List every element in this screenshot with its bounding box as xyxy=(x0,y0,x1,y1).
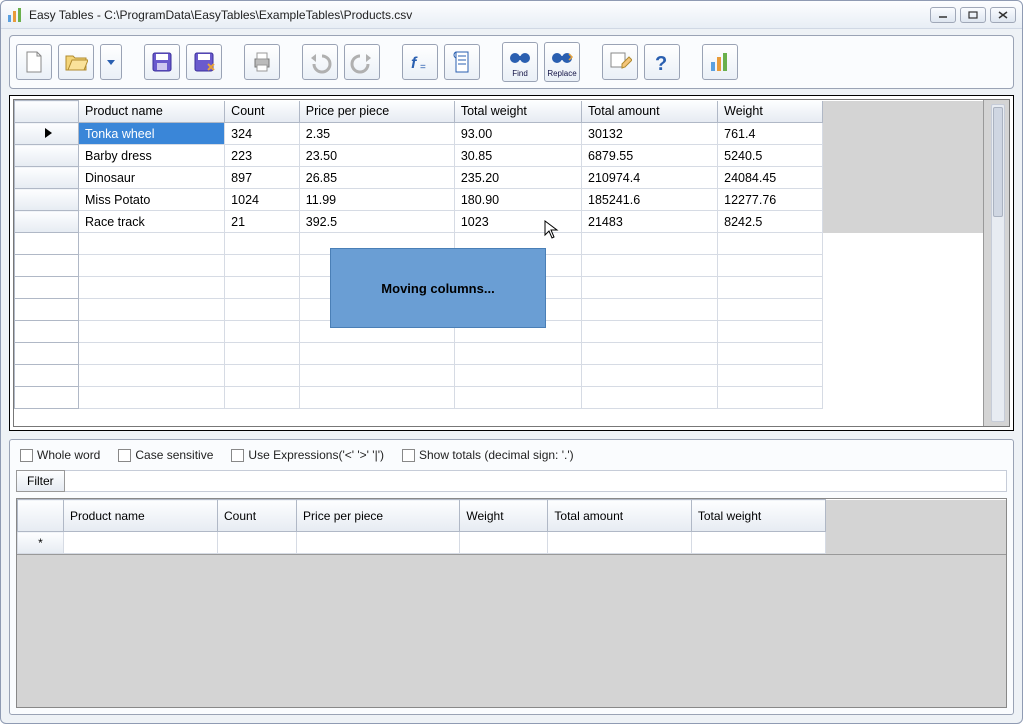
table-cell[interactable]: 235.20 xyxy=(454,167,581,189)
formula-button[interactable]: f= xyxy=(402,44,438,80)
table-row[interactable]: Dinosaur89726.85235.20210974.424084.45 xyxy=(15,167,983,189)
table-cell[interactable]: 30132 xyxy=(582,123,718,145)
redo-button[interactable] xyxy=(344,44,380,80)
minimize-button[interactable] xyxy=(930,7,956,23)
filter-cell[interactable] xyxy=(64,532,218,554)
table-cell[interactable]: 6879.55 xyxy=(582,145,718,167)
open-dropdown[interactable] xyxy=(100,44,122,80)
replace-button[interactable]: Replace xyxy=(544,42,580,82)
filter-cell[interactable] xyxy=(218,532,297,554)
save-button[interactable] xyxy=(144,44,180,80)
table-row[interactable]: Miss Potato102411.99180.90185241.612277.… xyxy=(15,189,983,211)
find-button[interactable]: Find xyxy=(502,42,538,82)
table-cell[interactable]: Race track xyxy=(79,211,225,233)
table-row[interactable] xyxy=(15,387,983,409)
template-button[interactable] xyxy=(444,44,480,80)
filter-column-header[interactable]: Weight xyxy=(460,500,548,532)
column-header[interactable]: Product name xyxy=(79,101,225,123)
use-expressions-checkbox[interactable]: Use Expressions('<' '>' '|') xyxy=(231,448,384,462)
filter-button[interactable]: Filter xyxy=(16,470,65,492)
edit-button[interactable] xyxy=(602,44,638,80)
svg-text:f: f xyxy=(411,55,418,72)
whole-word-checkbox[interactable]: Whole word xyxy=(20,448,100,462)
table-cell[interactable]: 30.85 xyxy=(454,145,581,167)
open-button[interactable] xyxy=(58,44,94,80)
moving-columns-overlay: Moving columns... xyxy=(330,248,546,328)
filter-input[interactable] xyxy=(65,470,1007,492)
filter-panel: Whole word Case sensitive Use Expression… xyxy=(9,439,1014,715)
table-cell[interactable]: Tonka wheel xyxy=(79,123,225,145)
undo-button[interactable] xyxy=(302,44,338,80)
app-icon xyxy=(7,7,23,23)
main-grid-panel: Product nameCountPrice per pieceTotal we… xyxy=(9,95,1014,431)
column-header[interactable]: Price per piece xyxy=(299,101,454,123)
column-header[interactable]: Total weight xyxy=(454,101,581,123)
table-row[interactable]: Race track21392.51023214838242.5 xyxy=(15,211,983,233)
window-title: Easy Tables - C:\ProgramData\EasyTables\… xyxy=(29,8,930,22)
filter-column-header[interactable]: Total weight xyxy=(691,500,825,532)
table-cell[interactable]: 21483 xyxy=(582,211,718,233)
table-cell[interactable]: 761.4 xyxy=(718,123,823,145)
table-cell[interactable]: 11.99 xyxy=(299,189,454,211)
filter-grid[interactable]: Product nameCountPrice per pieceWeightTo… xyxy=(16,498,1007,708)
table-cell[interactable]: 1024 xyxy=(225,189,300,211)
new-button[interactable] xyxy=(16,44,52,80)
filter-column-header[interactable]: Product name xyxy=(64,500,218,532)
table-row[interactable]: Barby dress22323.5030.856879.555240.5 xyxy=(15,145,983,167)
table-cell[interactable]: 223 xyxy=(225,145,300,167)
svg-text:?: ? xyxy=(655,53,667,74)
table-cell[interactable]: Dinosaur xyxy=(79,167,225,189)
titlebar: Easy Tables - C:\ProgramData\EasyTables\… xyxy=(1,1,1022,29)
table-cell[interactable]: 5240.5 xyxy=(718,145,823,167)
filter-cell[interactable] xyxy=(297,532,460,554)
filter-new-row[interactable]: * xyxy=(18,532,1006,554)
table-row[interactable] xyxy=(15,343,983,365)
table-cell[interactable]: 24084.45 xyxy=(718,167,823,189)
table-cell[interactable]: 210974.4 xyxy=(582,167,718,189)
case-sensitive-checkbox[interactable]: Case sensitive xyxy=(118,448,213,462)
filter-column-header[interactable]: Total amount xyxy=(548,500,691,532)
table-cell[interactable]: 12277.76 xyxy=(718,189,823,211)
scrollbar-vertical[interactable] xyxy=(991,104,1005,422)
maximize-button[interactable] xyxy=(960,7,986,23)
help-button[interactable]: ? xyxy=(644,44,680,80)
table-row[interactable] xyxy=(15,365,983,387)
column-header[interactable]: Count xyxy=(225,101,300,123)
table-cell[interactable]: 23.50 xyxy=(299,145,454,167)
toolbar: f= Find Replace ? xyxy=(9,35,1014,89)
print-button[interactable] xyxy=(244,44,280,80)
table-cell[interactable]: 93.00 xyxy=(454,123,581,145)
chart-button[interactable] xyxy=(702,44,738,80)
table-cell[interactable]: 1023 xyxy=(454,211,581,233)
table-row[interactable]: Tonka wheel3242.3593.0030132761.4 xyxy=(15,123,983,145)
show-totals-checkbox[interactable]: Show totals (decimal sign: '.') xyxy=(402,448,574,462)
svg-text:=: = xyxy=(420,62,426,73)
filter-column-header[interactable]: Price per piece xyxy=(297,500,460,532)
filter-cell[interactable] xyxy=(460,532,548,554)
table-cell[interactable]: 324 xyxy=(225,123,300,145)
table-cell[interactable]: 392.5 xyxy=(299,211,454,233)
table-cell[interactable]: 897 xyxy=(225,167,300,189)
table-cell[interactable]: 26.85 xyxy=(299,167,454,189)
table-cell[interactable]: 8242.5 xyxy=(718,211,823,233)
table-cell[interactable]: 180.90 xyxy=(454,189,581,211)
filter-cell[interactable] xyxy=(691,532,825,554)
save-as-button[interactable] xyxy=(186,44,222,80)
table-cell[interactable]: 21 xyxy=(225,211,300,233)
column-header[interactable]: Weight xyxy=(718,101,823,123)
filter-cell[interactable] xyxy=(548,532,691,554)
table-cell[interactable]: Miss Potato xyxy=(79,189,225,211)
table-cell[interactable]: Barby dress xyxy=(79,145,225,167)
filter-column-header[interactable]: Count xyxy=(218,500,297,532)
window: Easy Tables - C:\ProgramData\EasyTables\… xyxy=(0,0,1023,724)
table-cell[interactable]: 185241.6 xyxy=(582,189,718,211)
close-button[interactable] xyxy=(990,7,1016,23)
table-cell[interactable]: 2.35 xyxy=(299,123,454,145)
column-header[interactable]: Total amount xyxy=(582,101,718,123)
